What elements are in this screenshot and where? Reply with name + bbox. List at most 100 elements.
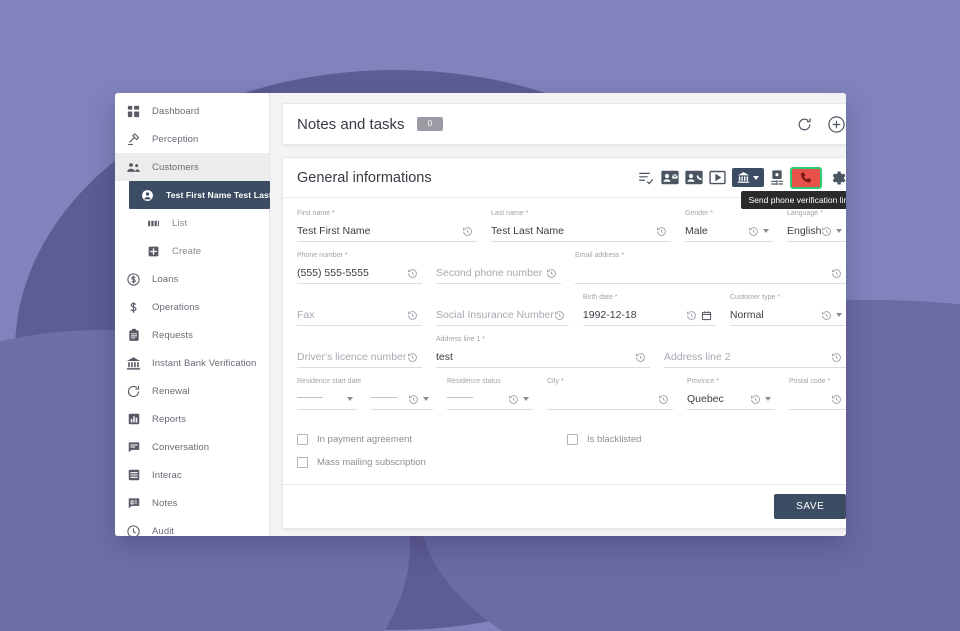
history-icon[interactable] [750,394,761,405]
field-drivers-licence-number[interactable]: Driver's licence number [297,336,422,368]
checkbox-row-2: Mass mailing subscription [297,457,846,468]
checkbox-is-blacklisted[interactable]: Is blacklisted [567,434,641,445]
history-icon[interactable] [408,394,419,405]
sidebar-item-perception[interactable]: Perception [115,125,269,153]
sidebar-item-requests[interactable]: Requests [115,321,269,349]
field-residence-status[interactable]: Residence status [447,378,533,410]
checkbox-box[interactable] [567,434,578,445]
sidebar-item-instant-bank-verification[interactable]: Instant Bank Verification [115,349,269,377]
history-icon[interactable] [635,352,646,363]
history-icon[interactable] [821,310,832,321]
address-line-1-input[interactable]: test [436,351,453,363]
field-residence-start-month[interactable] [371,378,433,410]
bank-dropdown-icon[interactable] [732,168,765,187]
field-birth-date[interactable]: Birth date * 1992-12-18 [582,294,716,326]
field-social-insurance-number[interactable]: Social Insurance Number [436,294,569,326]
chevron-down-icon[interactable] [836,229,843,233]
field-gender[interactable]: Gender * Male [685,210,773,242]
field-first-name[interactable]: First name * Test First Name [297,210,477,242]
field-last-name[interactable]: Last name * Test Last Name [491,210,671,242]
sidebar-item-operations[interactable]: Operations [115,293,269,321]
history-icon[interactable] [658,394,669,405]
field-label: Address line 1 * [436,336,486,343]
id-card-mail-icon[interactable] [661,170,680,185]
history-icon[interactable] [554,310,565,321]
customer-type-select-value[interactable]: Normal [730,309,764,321]
device-sync-icon[interactable] [770,169,784,186]
video-play-icon[interactable] [709,170,727,185]
sidebar-item-loans[interactable]: Loans [115,265,269,293]
sidebar-item-test-first-name-test-last[interactable]: Test First Name Test Last [129,181,272,209]
history-icon[interactable] [462,226,473,237]
sidebar-item-customers[interactable]: Customers [115,153,269,181]
id-card-phone-icon[interactable] [685,170,704,185]
history-icon[interactable] [508,394,519,405]
gender-select-value[interactable]: Male [685,225,708,237]
field-postal-code[interactable]: Postal code * [789,378,846,410]
field-fax[interactable]: Fax [297,294,422,326]
save-button[interactable]: SAVE [774,494,846,519]
sidebar-item-dashboard[interactable]: Dashboard [115,97,269,125]
sidebar-item-interac[interactable]: Interac [115,461,269,489]
history-icon[interactable] [656,226,667,237]
sidebar-item-create[interactable]: Create [115,237,269,265]
history-icon[interactable] [686,310,697,321]
sidebar-item-reports[interactable]: Reports [115,405,269,433]
field-label: Language * [787,210,823,217]
sidebar-item-renewal[interactable]: Renewal [115,377,269,405]
dashboard-icon [125,103,142,120]
field-residence-start-date[interactable]: Residence start date [297,378,361,410]
chevron-down-icon[interactable] [347,397,353,401]
field-address-line-2[interactable]: Address line 2 [664,336,846,368]
settings-gear-icon[interactable] [828,169,846,187]
checkbox-in-payment-agreement[interactable]: In payment agreement [297,434,567,445]
chevron-down-icon[interactable] [523,397,529,401]
first-name-input[interactable]: Test First Name [297,225,371,237]
sidebar-item-conversation[interactable]: Conversation [115,433,269,461]
sidebar-item-notes[interactable]: Notes [115,489,269,517]
chevron-down-icon[interactable] [763,229,769,233]
checkbox-mass-mailing-subscription[interactable]: Mass mailing subscription [297,457,426,468]
field-language[interactable]: Language * English [787,210,846,242]
sidebar-item-audit[interactable]: Audit [115,517,269,536]
field-address-line-1[interactable]: Address line 1 * test [436,336,650,368]
checkbox-box[interactable] [297,457,308,468]
social-insurance-number-input[interactable]: Social Insurance Number [436,309,554,321]
history-icon[interactable] [831,268,842,279]
province-select-value[interactable]: Quebec [687,393,724,405]
checkbox-label: Is blacklisted [587,434,642,445]
field-second-phone-number[interactable]: Second phone number [436,252,561,284]
drivers-licence-number-input[interactable]: Driver's licence number [297,351,406,363]
chevron-down-icon[interactable] [765,397,771,401]
last-name-input[interactable]: Test Last Name [491,225,564,237]
history-icon[interactable] [748,226,759,237]
phone-number-input[interactable]: (555) 555-5555 [297,267,369,279]
list-check-icon[interactable] [638,170,655,185]
sidebar-item-list[interactable]: List [115,209,269,237]
history-icon[interactable] [407,268,418,279]
chevron-down-icon[interactable] [423,397,429,401]
language-select-value[interactable]: English [787,225,821,237]
form-footer: SAVE [283,484,846,528]
field-city[interactable]: City * [547,378,673,410]
field-customer-type[interactable]: Customer type * Normal [729,294,846,326]
address-line-2-input[interactable]: Address line 2 [664,351,731,363]
history-icon[interactable] [407,310,418,321]
field-province[interactable]: Province * Quebec [687,378,775,410]
checkbox-box[interactable] [297,434,308,445]
field-email-address[interactable]: Email address * [575,252,846,284]
chevron-down-icon[interactable] [836,313,843,317]
refresh-icon[interactable] [796,116,813,133]
add-circle-icon[interactable] [827,115,846,134]
calendar-icon[interactable] [701,310,712,321]
history-icon[interactable] [831,394,842,405]
history-icon[interactable] [831,352,842,363]
history-icon[interactable] [821,226,832,237]
history-icon[interactable] [407,352,418,363]
birth-date-input[interactable]: 1992-12-18 [583,309,637,321]
field-phone-number[interactable]: Phone number * (555) 555-5555 [297,252,422,284]
history-icon[interactable] [546,268,557,279]
phone-verification-icon[interactable] [790,166,823,189]
second-phone-number-input[interactable]: Second phone number [436,267,542,279]
fax-input[interactable]: Fax [297,309,315,321]
